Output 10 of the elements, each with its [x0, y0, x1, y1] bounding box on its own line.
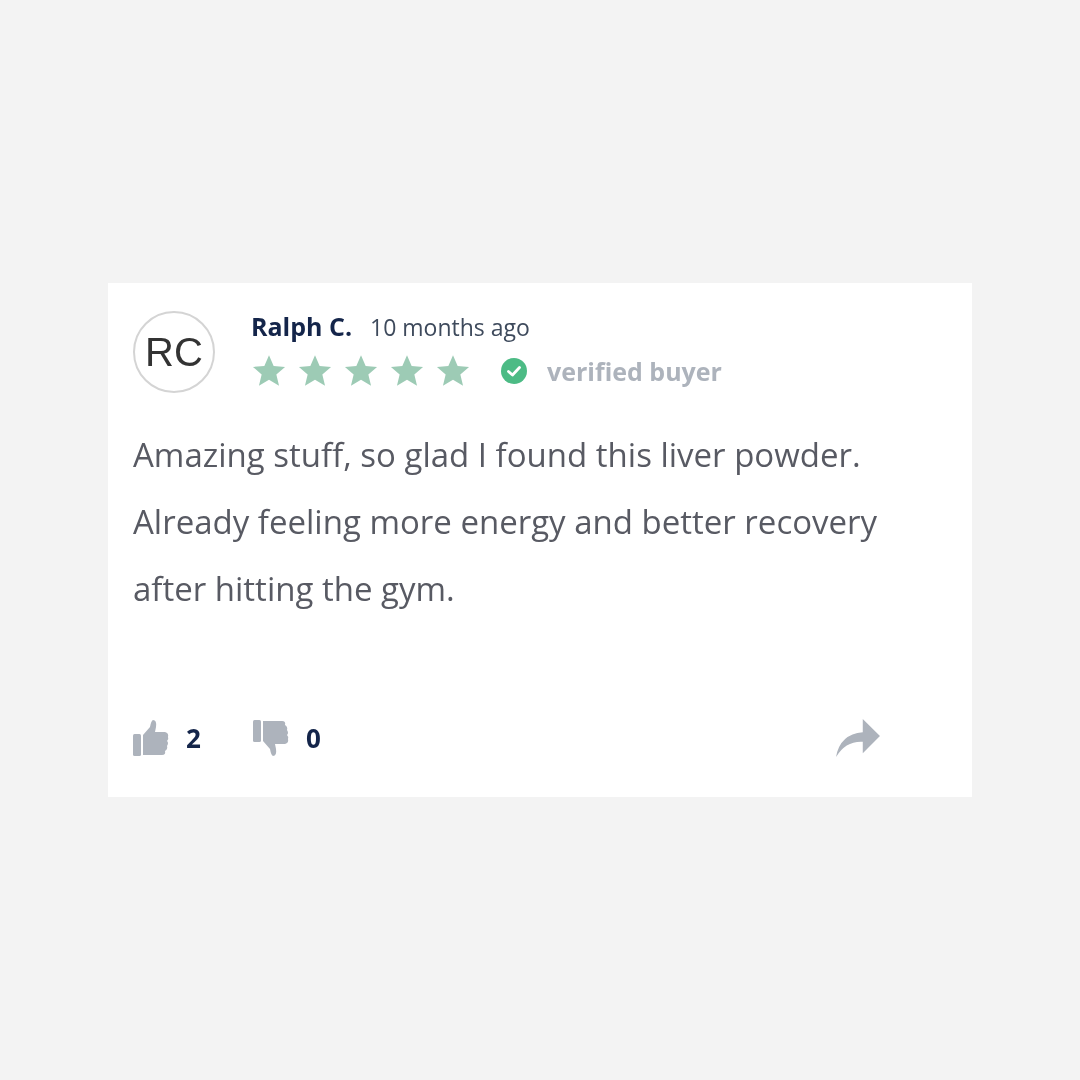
verified-label: verified buyer — [547, 354, 722, 388]
author-name: Ralph C. — [251, 309, 353, 343]
unhelpful-button[interactable]: 0 — [252, 719, 321, 757]
thumbs-down-icon — [252, 719, 289, 757]
avatar: RC — [133, 311, 215, 393]
review-text: Amazing stuff, so glad I found this liver powder. Already feeling more energy and better recovery after hitting the gym. — [133, 431, 879, 613]
share-button[interactable] — [833, 717, 883, 759]
review-time: 10 months ago — [370, 311, 530, 343]
helpful-button[interactable]: 2 — [133, 719, 201, 757]
thumbs-up-icon — [133, 719, 169, 757]
